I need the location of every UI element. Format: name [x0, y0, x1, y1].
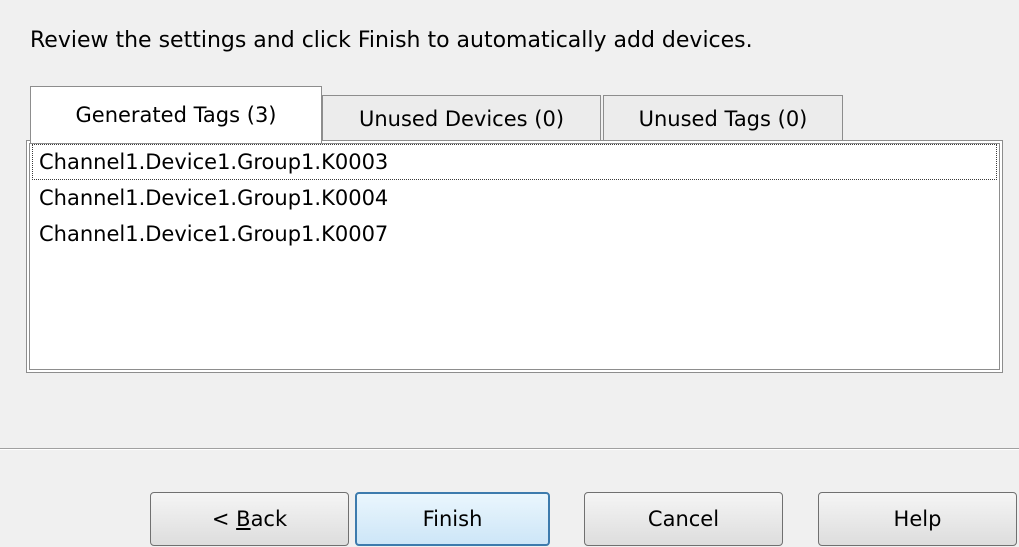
back-button-mnemonic: B — [236, 507, 251, 531]
back-button-prefix: < — [211, 507, 237, 531]
finish-button[interactable]: Finish — [355, 492, 550, 546]
tab-panel: Channel1.Device1.Group1.K0003 Channel1.D… — [26, 140, 1003, 373]
generated-tags-list[interactable]: Channel1.Device1.Group1.K0003 Channel1.D… — [29, 143, 1000, 370]
tab-generated-tags-label: Generated Tags (3) — [75, 103, 277, 127]
cancel-button-label: Cancel — [647, 507, 720, 531]
help-button[interactable]: Help — [818, 492, 1017, 546]
tab-unused-tags[interactable]: Unused Tags (0) — [603, 95, 843, 141]
list-item[interactable]: Channel1.Device1.Group1.K0003 — [32, 144, 997, 180]
tab-unused-tags-label: Unused Tags (0) — [638, 106, 808, 131]
list-item[interactable]: Channel1.Device1.Group1.K0004 — [32, 180, 997, 216]
instruction-text: Review the settings and click Finish to … — [30, 28, 753, 53]
back-button-rest: ack — [250, 507, 288, 531]
footer-separator — [0, 448, 1019, 450]
cancel-button[interactable]: Cancel — [584, 492, 783, 546]
tab-generated-tags[interactable]: Generated Tags (3) — [30, 86, 322, 143]
list-item[interactable]: Channel1.Device1.Group1.K0007 — [32, 216, 997, 252]
help-button-label: Help — [893, 507, 942, 531]
finish-button-label: Finish — [422, 507, 483, 531]
tab-unused-devices-label: Unused Devices (0) — [358, 106, 565, 131]
back-button[interactable]: < Back — [150, 492, 349, 546]
tab-unused-devices[interactable]: Unused Devices (0) — [322, 95, 601, 141]
